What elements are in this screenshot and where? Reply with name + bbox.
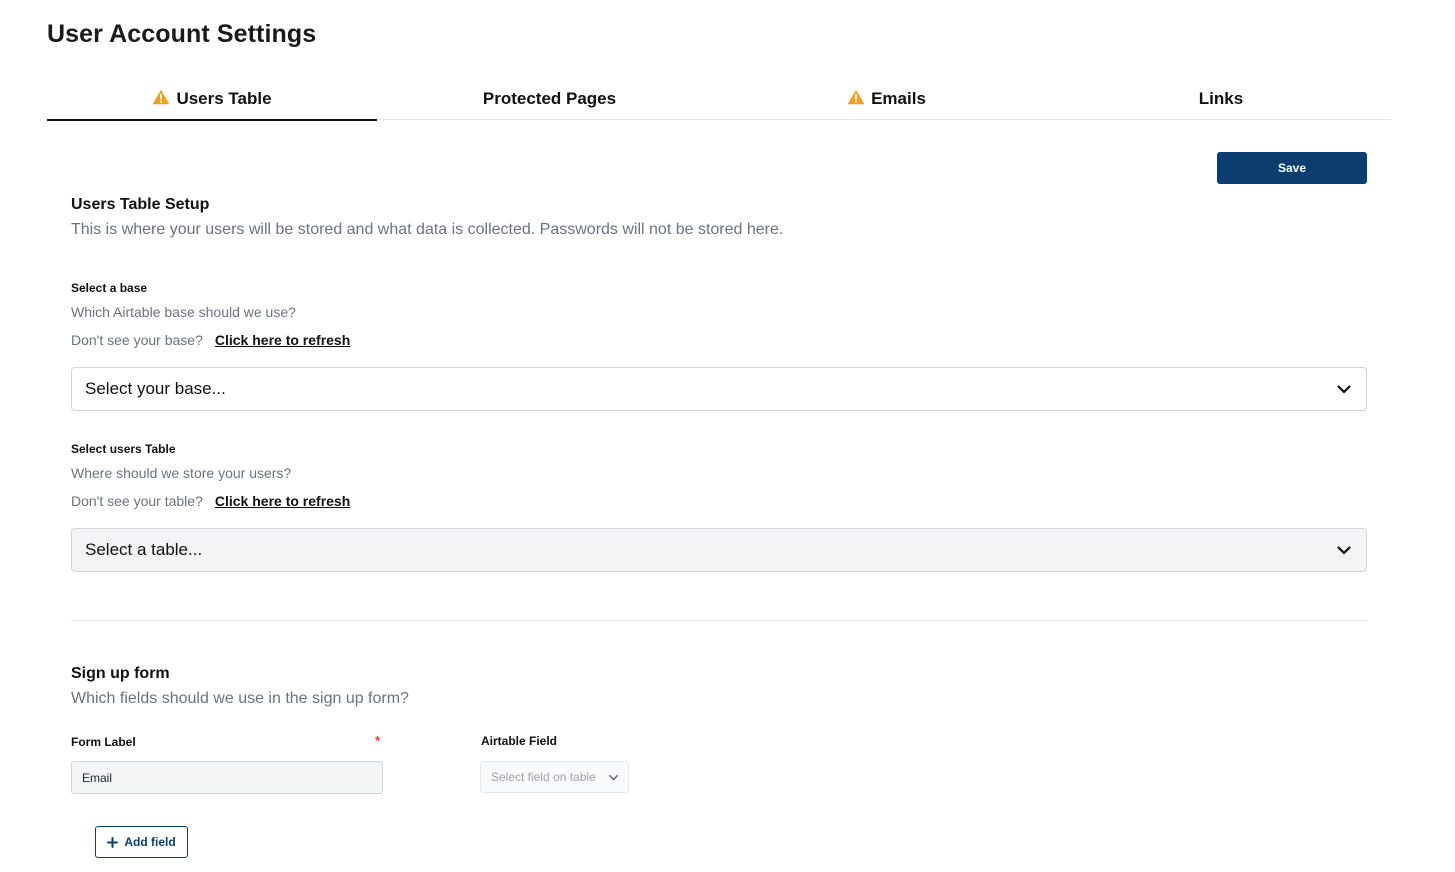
required-indicator: *: [375, 733, 381, 748]
signup-section-title: Sign up form: [71, 665, 170, 682]
tab-users-table[interactable]: Users Table: [47, 78, 377, 121]
table-refresh-prompt: Don't see your table?: [71, 493, 203, 509]
add-field-label: Add field: [124, 835, 176, 849]
chevron-down-icon: [1336, 542, 1352, 558]
settings-tabs: Users Table Protected Pages Emails Links: [47, 78, 1391, 121]
add-field-button[interactable]: Add field: [95, 826, 188, 858]
signup-section-description: Which fields should we use in the sign u…: [71, 690, 409, 707]
tab-label: Emails: [871, 89, 926, 108]
base-refresh-row: Don't see your base? Click here to refre…: [71, 332, 350, 348]
form-label-input[interactable]: [71, 761, 383, 794]
base-select-value: Select your base...: [85, 379, 226, 398]
setup-section-description: This is where your users will be stored …: [71, 221, 784, 238]
tab-links[interactable]: Links: [1051, 78, 1391, 120]
airtable-field-header: Airtable Field: [481, 734, 558, 748]
warning-triangle-icon: [847, 89, 865, 105]
chevron-down-icon: [1336, 381, 1352, 397]
airtable-field-placeholder: Select field on table: [491, 770, 596, 784]
section-divider: [71, 620, 1367, 621]
table-select-value: Select a table...: [85, 540, 203, 559]
base-field-label: Select a base: [71, 281, 148, 295]
tab-label: Links: [1198, 89, 1244, 108]
table-field-label: Select users Table: [71, 442, 176, 456]
tab-protected-pages[interactable]: Protected Pages: [377, 78, 722, 120]
table-refresh-link[interactable]: Click here to refresh: [215, 493, 350, 509]
warning-triangle-icon: [152, 89, 170, 105]
chevron-down-icon: [608, 772, 619, 783]
setup-section-title: Users Table Setup: [71, 196, 210, 213]
base-select[interactable]: Select your base...: [71, 367, 1367, 411]
table-select[interactable]: Select a table...: [71, 528, 1367, 572]
page-title: User Account Settings: [47, 20, 317, 48]
tab-label: Protected Pages: [482, 89, 617, 108]
table-field-help: Where should we store your users?: [71, 465, 292, 481]
airtable-field-select[interactable]: Select field on table: [480, 761, 629, 793]
form-label-header: Form Label: [71, 735, 136, 749]
plus-icon: [107, 836, 119, 848]
tab-label: Users Table: [176, 89, 272, 108]
tab-emails[interactable]: Emails: [722, 78, 1051, 120]
save-button[interactable]: Save: [1217, 152, 1367, 184]
base-refresh-link[interactable]: Click here to refresh: [215, 332, 350, 348]
base-field-help: Which Airtable base should we use?: [71, 304, 296, 320]
base-refresh-prompt: Don't see your base?: [71, 332, 203, 348]
table-refresh-row: Don't see your table? Click here to refr…: [71, 493, 350, 509]
